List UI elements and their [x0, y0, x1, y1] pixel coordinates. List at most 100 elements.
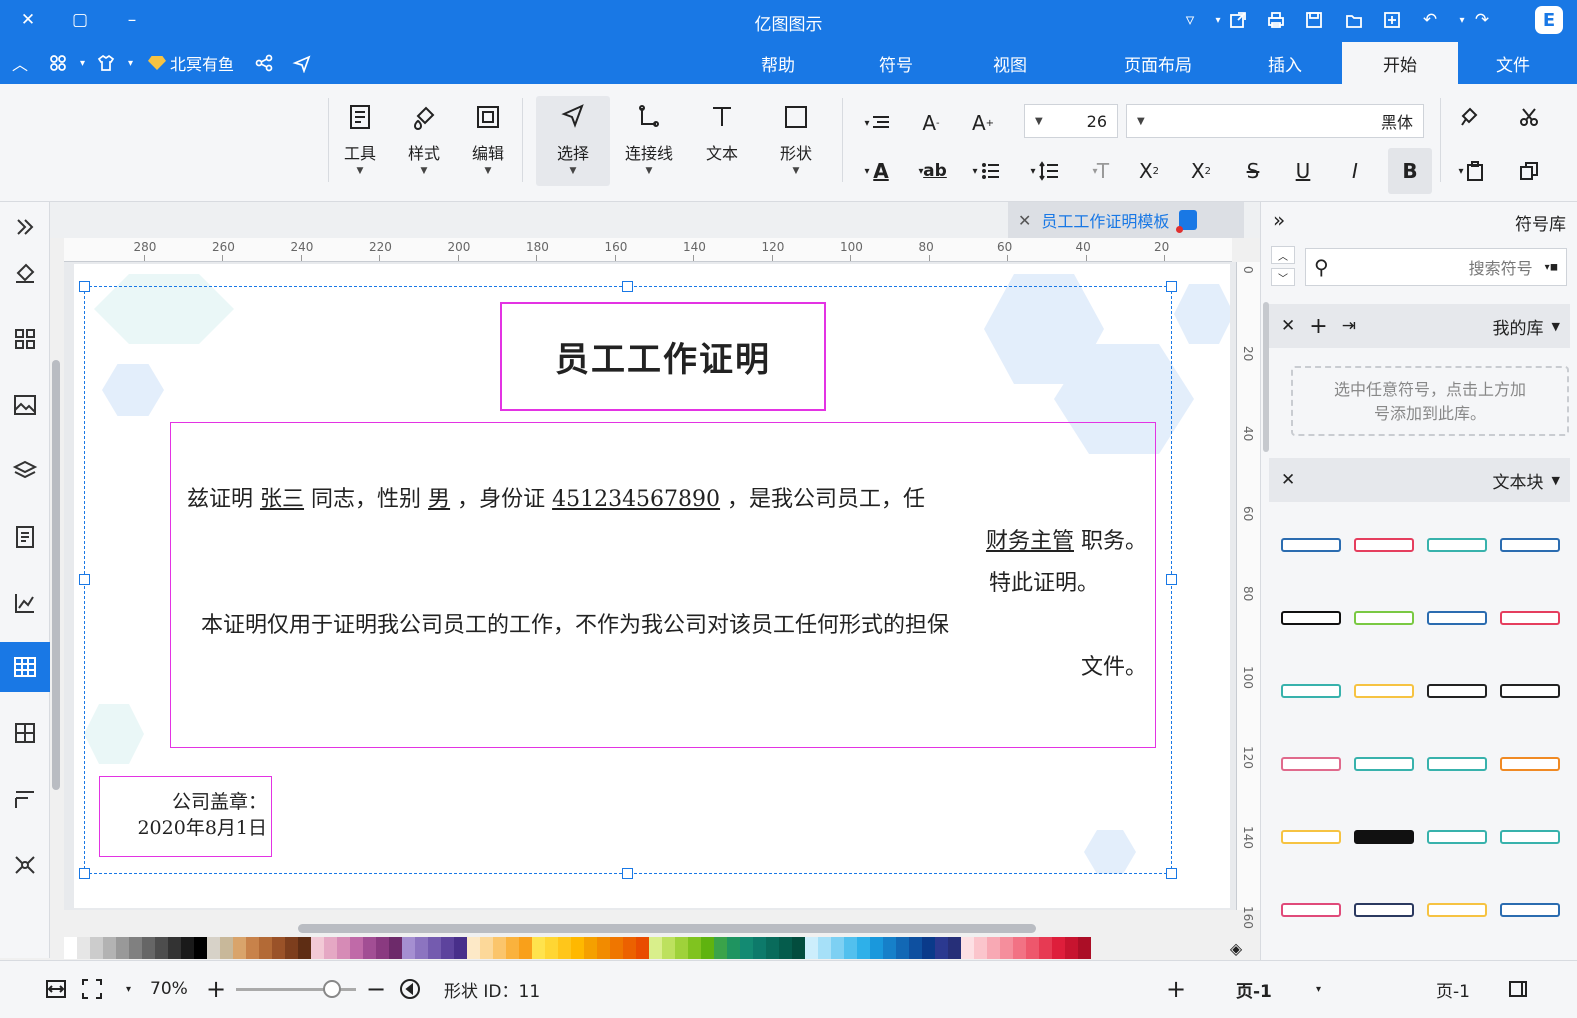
text-block-thumbnail[interactable]: [1425, 595, 1489, 641]
new-file-icon[interactable]: [1378, 6, 1406, 34]
color-swatch[interactable]: [688, 937, 701, 959]
cut-icon[interactable]: [1512, 100, 1546, 134]
print-icon[interactable]: [1262, 6, 1290, 34]
color-swatch[interactable]: [961, 937, 974, 959]
text-block-thumbnail[interactable]: [1352, 522, 1416, 568]
color-swatch[interactable]: [259, 937, 272, 959]
font-size-select[interactable]: ▼ 26: [1024, 104, 1118, 138]
text-block-thumbnail[interactable]: [1498, 741, 1562, 787]
color-swatch[interactable]: [363, 937, 376, 959]
tab-file[interactable]: 文件: [1458, 42, 1568, 84]
page-label[interactable]: 页-1: [1436, 975, 1470, 1003]
color-swatch[interactable]: [519, 937, 532, 959]
zoom-dropdown-icon[interactable]: ▾: [126, 975, 131, 1003]
company-stamp-box[interactable]: 公司盖章： 2020年8月1日: [99, 776, 272, 857]
color-swatch[interactable]: [701, 937, 714, 959]
color-swatch[interactable]: [948, 937, 961, 959]
text-block-thumbnail[interactable]: [1279, 814, 1343, 860]
page-view-icon[interactable]: [1506, 975, 1530, 1003]
layers-icon[interactable]: [0, 446, 50, 496]
document-tab[interactable]: ✕ 员工工作证明模板: [1008, 202, 1244, 238]
user-brand[interactable]: 北冥有鱼: [148, 50, 234, 76]
color-swatch[interactable]: [922, 937, 935, 959]
horizontal-scrollbar[interactable]: [298, 924, 1036, 933]
text-block-thumbnail[interactable]: [1279, 595, 1343, 641]
color-swatch[interactable]: [636, 937, 649, 959]
color-swatch[interactable]: [194, 937, 207, 959]
color-swatch[interactable]: [571, 937, 584, 959]
color-swatch[interactable]: [1026, 937, 1039, 959]
grid-icon[interactable]: [0, 314, 50, 364]
color-swatch[interactable]: [909, 937, 922, 959]
my-library-section[interactable]: ✕ + ⇥ 我的库 ▼: [1269, 304, 1570, 348]
redo-icon[interactable]: ↷: [1468, 6, 1496, 34]
edit-button[interactable]: 编辑 ▼: [456, 96, 520, 186]
color-swatch[interactable]: [714, 937, 727, 959]
superscript-icon[interactable]: X2: [1184, 154, 1218, 188]
color-swatch[interactable]: [935, 937, 948, 959]
text-block-thumbnail[interactable]: [1425, 741, 1489, 787]
open-folder-icon[interactable]: [1340, 6, 1368, 34]
more-icon[interactable]: ▿: [1176, 6, 1204, 34]
align-icon[interactable]: [864, 106, 898, 140]
fill-icon[interactable]: [0, 248, 50, 298]
resize-handle[interactable]: [1166, 574, 1177, 585]
add-symbol-icon[interactable]: +: [1309, 314, 1327, 339]
chart-icon[interactable]: [0, 578, 50, 628]
italic-icon[interactable]: I: [1338, 154, 1372, 188]
org-chart-icon[interactable]: [0, 708, 50, 758]
document-icon[interactable]: [0, 512, 50, 562]
resize-handle[interactable]: [79, 574, 90, 585]
share-icon[interactable]: [254, 50, 274, 76]
color-swatch[interactable]: [506, 937, 519, 959]
expand-sidebar-icon[interactable]: [0, 202, 50, 252]
color-swatch[interactable]: [428, 937, 441, 959]
library-drop-zone[interactable]: 选中任意符号，点击上方加 号添加到此库。: [1291, 366, 1569, 436]
text-block-thumbnail[interactable]: [1425, 522, 1489, 568]
text-block-thumbnail[interactable]: [1498, 595, 1562, 641]
fullscreen-icon[interactable]: [80, 975, 104, 1003]
color-palette[interactable]: [64, 937, 1091, 959]
text-blocks-section[interactable]: ✕ 文本块 ▼: [1269, 458, 1570, 502]
increase-font-icon[interactable]: A +: [966, 106, 1000, 140]
fit-width-icon[interactable]: [44, 975, 68, 1003]
close-tab-icon[interactable]: ✕: [1018, 211, 1031, 230]
search-icon[interactable]: ⚲: [1314, 255, 1329, 279]
tab-view[interactable]: 视图: [960, 42, 1060, 84]
tab-symbols[interactable]: 符号: [846, 42, 946, 84]
text-block-thumbnail[interactable]: [1352, 668, 1416, 714]
color-swatch[interactable]: [597, 937, 610, 959]
color-swatch[interactable]: [181, 937, 194, 959]
color-swatch[interactable]: [792, 937, 805, 959]
color-swatch[interactable]: [896, 937, 909, 959]
color-swatch[interactable]: [493, 937, 506, 959]
text-block-thumbnail[interactable]: [1352, 741, 1416, 787]
timeline-icon[interactable]: [0, 774, 50, 824]
color-swatch[interactable]: [675, 937, 688, 959]
color-swatch[interactable]: [103, 937, 116, 959]
color-swatch[interactable]: [779, 937, 792, 959]
zoom-level[interactable]: 70%: [150, 975, 188, 1003]
text-block-thumbnail[interactable]: [1352, 887, 1416, 933]
import-icon[interactable]: ⇥: [1342, 316, 1356, 336]
color-swatch[interactable]: [662, 937, 675, 959]
color-swatch[interactable]: [311, 937, 324, 959]
color-swatch[interactable]: [272, 937, 285, 959]
color-swatch[interactable]: [402, 937, 415, 959]
color-swatch[interactable]: [831, 937, 844, 959]
color-swatch[interactable]: [454, 937, 467, 959]
zoom-out-icon[interactable]: −: [366, 975, 386, 1003]
apps-dropdown-icon[interactable]: ▾: [80, 50, 85, 76]
copy-icon[interactable]: [1512, 154, 1546, 188]
color-swatch[interactable]: [532, 937, 545, 959]
font-color-icon[interactable]: A: [864, 154, 898, 188]
search-dropdown-icon[interactable]: ▾◼: [1545, 262, 1558, 273]
color-swatch[interactable]: [337, 937, 350, 959]
text-block-thumbnail[interactable]: [1498, 887, 1562, 933]
color-swatch[interactable]: [155, 937, 168, 959]
collapse-panel-icon[interactable]: »: [1273, 208, 1285, 232]
color-swatch[interactable]: [77, 937, 90, 959]
color-swatch[interactable]: [987, 937, 1000, 959]
text-block-thumbnail[interactable]: [1352, 595, 1416, 641]
text-button[interactable]: 文本: [690, 96, 754, 186]
